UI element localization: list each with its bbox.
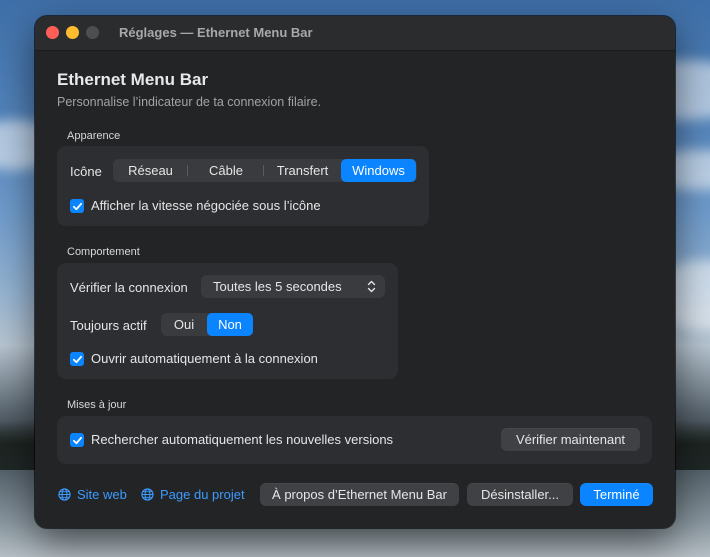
checkmark-icon: [72, 355, 82, 363]
always-active-option-oui[interactable]: Oui: [161, 313, 207, 336]
always-active-label: Toujours actif: [70, 318, 147, 333]
show-speed-label: Afficher la vitesse négociée sous l’icôn…: [91, 198, 321, 213]
section-label-behavior: Comportement: [67, 246, 140, 258]
icon-style-option-transfert[interactable]: Transfert: [264, 159, 341, 182]
chevron-up-down-icon: [367, 280, 376, 293]
done-button[interactable]: Terminé: [580, 483, 653, 506]
minimize-window-button[interactable]: [66, 26, 79, 39]
website-link[interactable]: Site web: [58, 487, 127, 502]
check-interval-popup[interactable]: Toutes les 5 secondes: [201, 275, 385, 298]
settings-window: Réglages — Ethernet Menu Bar Ethernet Me…: [35, 16, 675, 528]
section-label-appearance: Apparence: [67, 130, 121, 142]
icon-style-option-windows[interactable]: Windows: [341, 159, 416, 182]
icon-style-option-cable[interactable]: Câble: [188, 159, 264, 182]
check-now-button[interactable]: Vérifier maintenant: [501, 428, 640, 451]
updates-card: Rechercher automatiquement les nouvelles…: [57, 416, 652, 464]
always-active-option-non[interactable]: Non: [207, 313, 253, 336]
auto-check-updates-checkbox[interactable]: [70, 433, 84, 447]
window-title: Réglages — Ethernet Menu Bar: [119, 25, 313, 40]
icon-style-label: Icône: [70, 164, 102, 179]
auto-open-checkbox[interactable]: [70, 352, 84, 366]
close-window-button[interactable]: [46, 26, 59, 39]
page-subtitle: Personnalise l’indicateur de ta connexio…: [57, 95, 322, 109]
checkmark-icon: [72, 436, 82, 444]
appearance-card: Icône Réseau Câble Transfert Windows Aff…: [57, 146, 429, 226]
auto-open-label: Ouvrir automatiquement à la connexion: [91, 351, 318, 366]
icon-style-option-reseau[interactable]: Réseau: [113, 159, 188, 182]
project-page-link[interactable]: Page du projet: [141, 487, 245, 502]
checkmark-icon: [72, 202, 82, 210]
title-bar: Réglages — Ethernet Menu Bar: [35, 16, 675, 51]
about-button[interactable]: À propos d’Ethernet Menu Bar: [260, 483, 459, 506]
section-label-updates: Mises à jour: [67, 399, 127, 411]
zoom-window-button: [86, 26, 99, 39]
behavior-card: Vérifier la connexion Toutes les 5 secon…: [57, 263, 398, 379]
check-interval-label: Vérifier la connexion: [70, 280, 188, 295]
page-title: Ethernet Menu Bar: [57, 70, 209, 89]
globe-icon: [141, 488, 154, 501]
icon-style-segmented-control: Réseau Câble Transfert Windows: [113, 159, 417, 182]
globe-icon: [58, 488, 71, 501]
always-active-segmented-control: Oui Non: [161, 313, 253, 336]
uninstall-button[interactable]: Désinstaller...: [467, 483, 573, 506]
auto-check-updates-label: Rechercher automatiquement les nouvelles…: [91, 432, 394, 447]
show-speed-checkbox[interactable]: [70, 199, 84, 213]
